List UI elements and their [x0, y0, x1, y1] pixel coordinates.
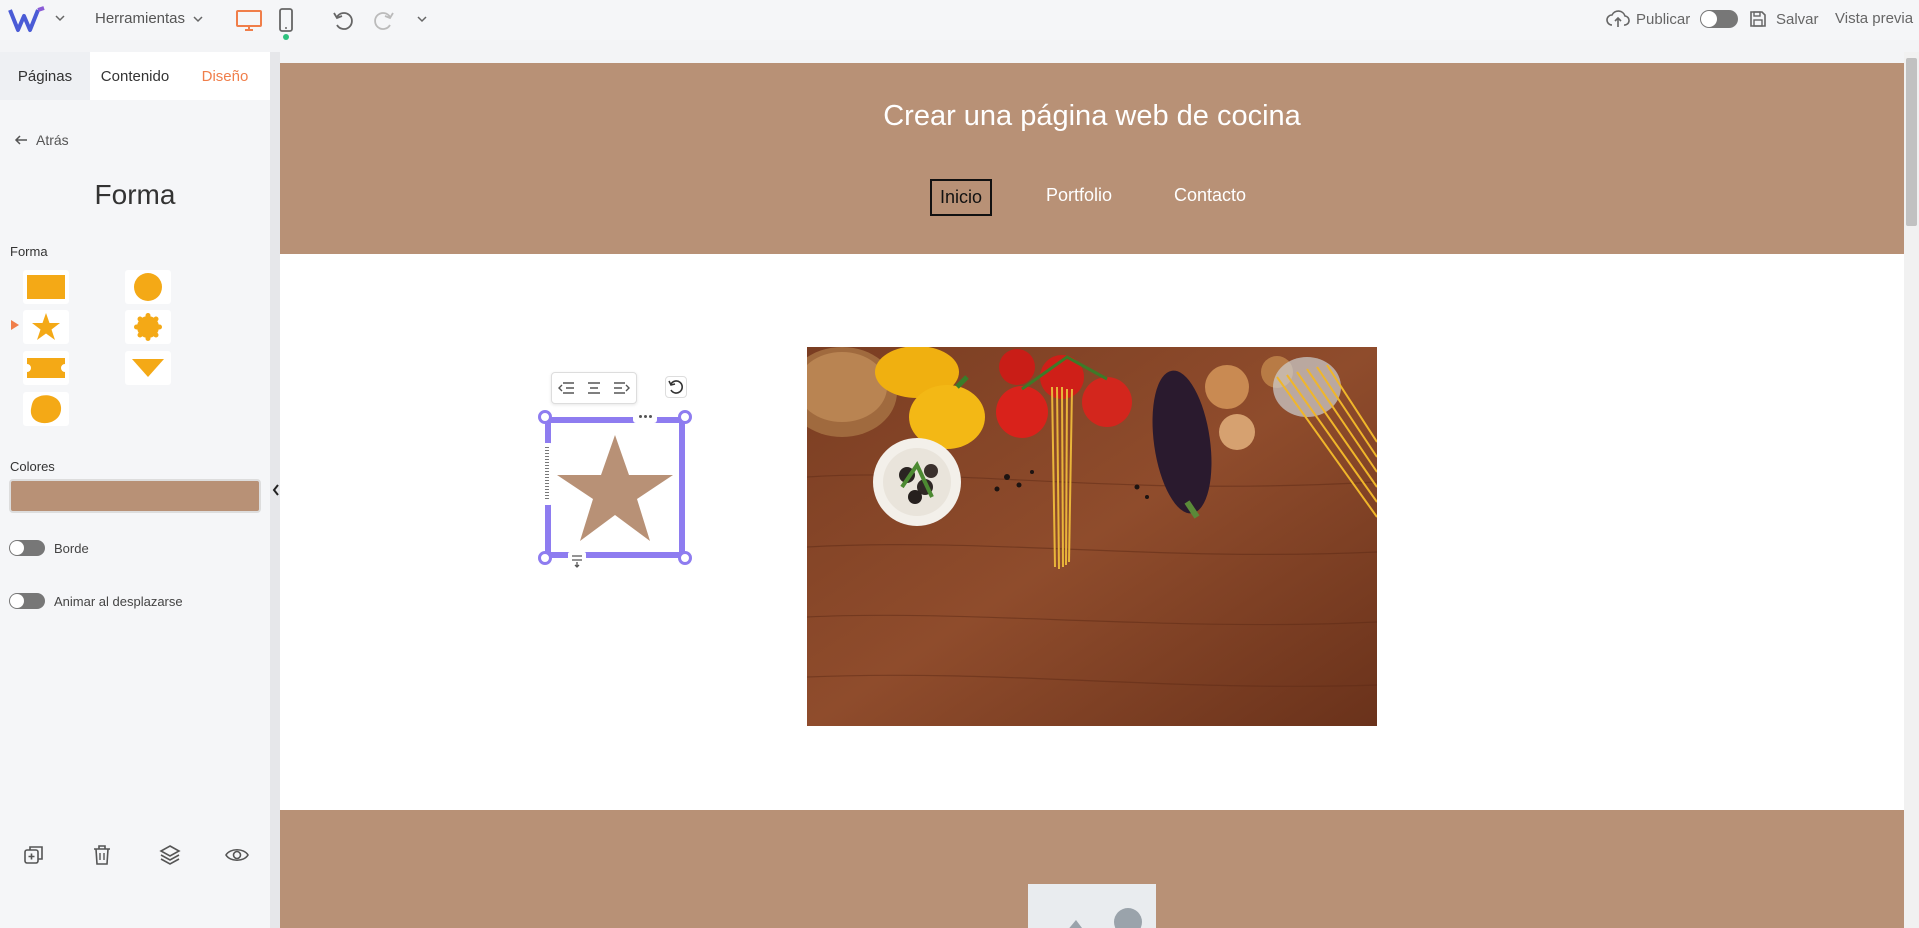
panel-tabs: Páginas Contenido Diseño — [0, 52, 270, 100]
page-canvas: Crear una página web de cocina Inicio Po… — [280, 63, 1904, 928]
tools-menu[interactable]: Herramientas — [95, 10, 203, 27]
border-label: Borde — [54, 540, 89, 556]
save-icon — [1750, 11, 1766, 27]
cloud-upload-icon — [1606, 10, 1630, 27]
trash-icon[interactable] — [90, 843, 114, 867]
preview-button[interactable]: Vista previa — [1835, 10, 1913, 27]
tab-pages[interactable]: Páginas — [0, 52, 90, 100]
chevron-left-icon[interactable] — [272, 484, 280, 496]
ticket-shape-icon — [27, 358, 65, 378]
nav-item-inicio[interactable]: Inicio — [929, 179, 992, 216]
shape-section-label: Forma — [10, 244, 48, 259]
colors-section-label: Colores — [10, 459, 55, 474]
animate-toggle[interactable] — [9, 593, 45, 609]
tab-content[interactable]: Contenido — [90, 52, 180, 100]
duplicate-icon[interactable] — [22, 843, 46, 867]
shape-star[interactable] — [23, 310, 69, 344]
publish-label: Publicar — [1636, 10, 1691, 28]
desktop-view-icon[interactable] — [235, 8, 263, 32]
nav-item-portfolio[interactable]: Portfolio — [1038, 179, 1120, 216]
tools-label: Herramientas — [95, 10, 186, 27]
shape-align-toolbar — [551, 372, 637, 404]
food-photo[interactable] — [807, 347, 1377, 726]
webnode-logo-icon[interactable] — [8, 6, 48, 34]
triangle-down-shape-icon — [132, 359, 164, 377]
layer-order-icon — [572, 555, 582, 568]
site-title[interactable]: Crear una página web de cocina — [280, 100, 1904, 133]
shape-triangle-down[interactable] — [125, 351, 171, 385]
animate-toggle-row[interactable]: Animar al desplazarse — [9, 593, 183, 609]
shape-ticket[interactable] — [23, 351, 69, 385]
selected-shape-indicator — [11, 320, 19, 330]
selection-frame[interactable] — [545, 417, 685, 558]
align-center-icon[interactable] — [586, 381, 602, 395]
back-button[interactable]: Atrás — [14, 132, 69, 148]
image-placeholder[interactable] — [1028, 884, 1156, 928]
scrollbar-thumb[interactable] — [1906, 58, 1917, 226]
animate-label: Animar al desplazarse — [54, 593, 183, 609]
redo-icon[interactable] — [372, 8, 396, 32]
chevron-down-icon — [193, 15, 203, 22]
tab-design[interactable]: Diseño — [180, 52, 270, 100]
more-options-button[interactable] — [633, 409, 657, 423]
save-button[interactable]: Salvar — [1748, 9, 1819, 29]
publish-button[interactable]: Publicar — [1606, 9, 1739, 29]
site-header[interactable]: Crear una página web de cocina Inicio Po… — [280, 63, 1904, 254]
shape-badge[interactable] — [125, 310, 171, 344]
design-panel: Páginas Contenido Diseño Atrás Forma For… — [0, 52, 270, 928]
resize-handle-top-left[interactable] — [538, 410, 552, 424]
rotate-icon — [668, 380, 683, 394]
chevron-down-icon[interactable] — [55, 13, 65, 23]
rotate-button[interactable] — [665, 376, 687, 398]
border-toggle[interactable] — [9, 540, 45, 556]
mobile-view-icon[interactable] — [277, 7, 295, 33]
undo-icon[interactable] — [331, 8, 355, 32]
arrow-left-icon — [14, 135, 27, 145]
panel-title: Forma — [94, 179, 176, 210]
eye-icon[interactable] — [224, 843, 250, 867]
layers-icon[interactable] — [158, 843, 182, 867]
active-indicator — [283, 34, 289, 40]
rectangle-shape-icon — [27, 275, 65, 299]
resize-handle-bottom-right[interactable] — [678, 551, 692, 565]
chevron-down-icon[interactable] — [416, 13, 428, 25]
blob-shape-icon — [30, 395, 62, 424]
back-label: Atrás — [36, 132, 69, 148]
shape-rectangle[interactable] — [23, 270, 69, 304]
layer-order-button[interactable] — [568, 552, 586, 568]
image-placeholder-icon — [1069, 908, 1142, 928]
publish-toggle[interactable] — [1700, 10, 1739, 28]
badge-shape-icon — [134, 313, 162, 341]
resize-handle-top-right[interactable] — [678, 410, 692, 424]
shape-circle[interactable] — [125, 270, 171, 304]
star-shape-icon — [32, 313, 60, 340]
shape-blob[interactable] — [23, 392, 69, 426]
save-label: Salvar — [1776, 10, 1819, 28]
align-right-icon[interactable] — [613, 381, 631, 395]
drag-handle[interactable] — [542, 443, 552, 505]
site-navigation: Inicio Portfolio Contacto — [280, 179, 1904, 216]
circle-shape-icon — [134, 273, 162, 301]
border-toggle-row[interactable]: Borde — [9, 540, 89, 556]
nav-item-contacto[interactable]: Contacto — [1166, 179, 1254, 216]
shape-color-picker[interactable] — [9, 479, 261, 513]
align-left-icon[interactable] — [557, 381, 575, 395]
resize-handle-bottom-left[interactable] — [538, 551, 552, 565]
top-toolbar: Herramientas Publicar Salvar Vista previ… — [0, 0, 1919, 40]
